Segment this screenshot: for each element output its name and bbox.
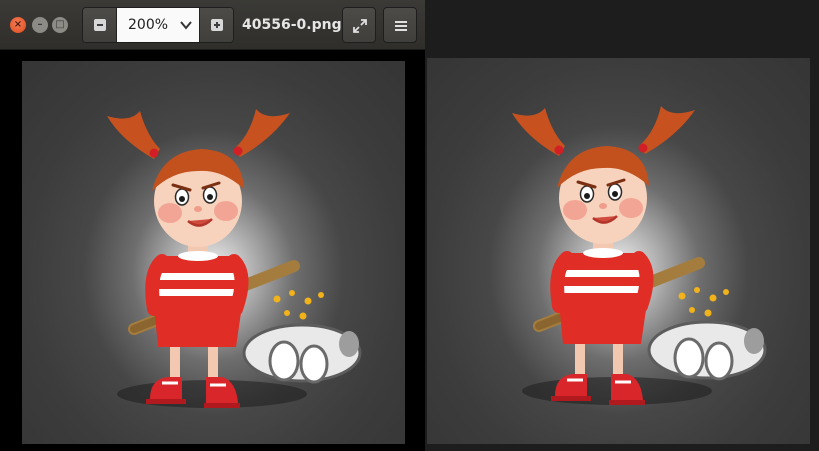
fullscreen-button[interactable] [342, 7, 376, 43]
fullscreen-icon [353, 19, 367, 33]
girl-with-bat-illustration-copy [427, 58, 810, 444]
zoom-out-icon [94, 19, 106, 31]
zoom-dropdown[interactable]: 200% [117, 8, 201, 42]
window-title: 40556-0.png [242, 17, 342, 33]
zoom-value: 200% [128, 17, 169, 33]
close-icon[interactable]: × [10, 17, 26, 33]
background-image [427, 58, 810, 444]
zoom-out-button[interactable] [83, 8, 117, 42]
hamburger-menu-icon [395, 21, 407, 31]
menu-button[interactable] [383, 7, 417, 43]
zoom-in-button[interactable] [199, 8, 233, 42]
headerbar: × – □ 200% 40556-0.png [0, 0, 425, 50]
zoom-control: 200% [82, 7, 234, 43]
displayed-image [22, 61, 405, 444]
minimize-icon[interactable]: – [32, 17, 48, 33]
maximize-icon[interactable]: □ [52, 17, 68, 33]
chevron-down-icon [180, 21, 192, 30]
girl-with-bat-illustration [22, 61, 405, 444]
zoom-in-icon [211, 19, 223, 31]
